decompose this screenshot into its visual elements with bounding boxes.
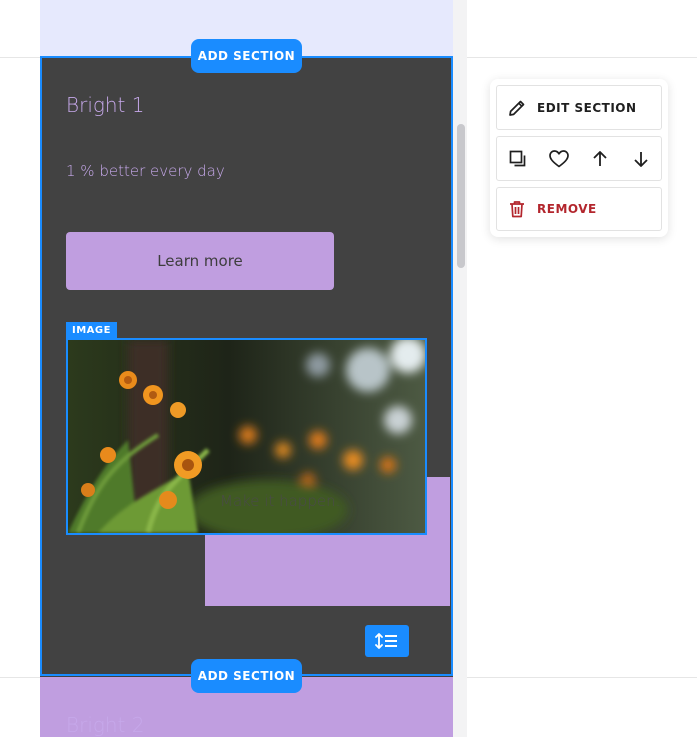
- remove-label: REMOVE: [537, 202, 597, 216]
- remove-section-button[interactable]: REMOVE: [496, 187, 662, 231]
- trash-icon: [507, 199, 527, 219]
- learn-more-button[interactable]: Learn more: [66, 232, 334, 290]
- section-actions-panel: EDIT SECTION REMOVE: [490, 79, 668, 237]
- scrollbar-thumb[interactable]: [457, 124, 465, 268]
- arrow-up-icon[interactable]: [589, 148, 611, 170]
- line-spacing-icon: [375, 633, 397, 649]
- section-heading-2[interactable]: Bright 2: [66, 713, 144, 737]
- image-tag: IMAGE: [66, 322, 117, 338]
- heart-icon[interactable]: [548, 148, 570, 170]
- section-heading[interactable]: Bright 1: [66, 93, 144, 117]
- section-subtitle[interactable]: 1 % better every day: [66, 162, 225, 180]
- duplicate-icon[interactable]: [507, 148, 529, 170]
- edit-section-button[interactable]: EDIT SECTION: [496, 85, 662, 130]
- page-canvas: Bright 1 1 % better every day Learn more: [40, 0, 453, 737]
- arrow-down-icon[interactable]: [630, 148, 652, 170]
- add-section-button-bottom[interactable]: ADD SECTION: [191, 659, 302, 693]
- caption-text[interactable]: Make it happen.: [220, 492, 340, 510]
- section-bright-1[interactable]: Bright 1 1 % better every day Learn more: [40, 57, 453, 677]
- section-spacing-button[interactable]: [365, 625, 409, 657]
- scroll-track: [453, 0, 467, 737]
- pencil-icon: [507, 98, 527, 118]
- add-section-button-top[interactable]: ADD SECTION: [191, 39, 302, 73]
- edit-section-label: EDIT SECTION: [537, 100, 637, 115]
- section-tools-row: [496, 136, 662, 181]
